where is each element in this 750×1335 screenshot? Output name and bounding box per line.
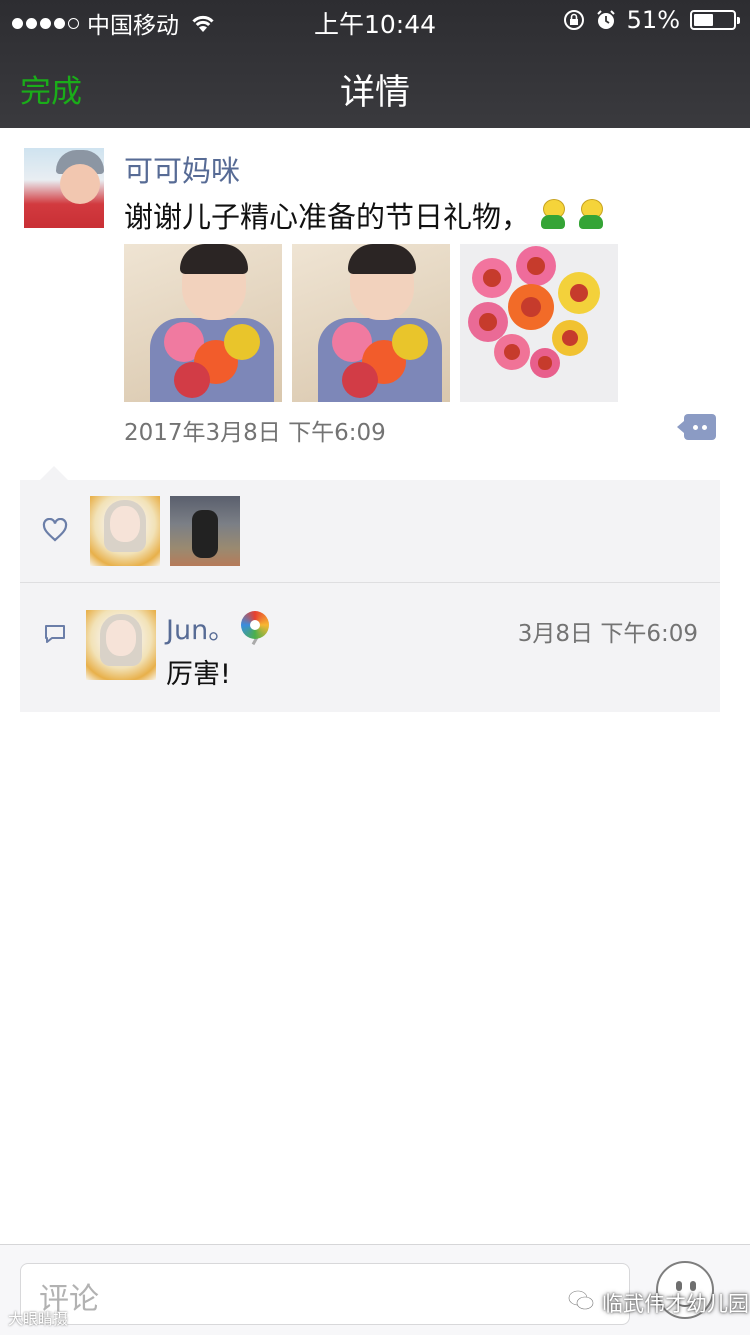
heart-icon — [42, 518, 68, 542]
interaction-panel: Jun。 3月8日 下午6:09 厉害! — [20, 466, 720, 712]
more-icon[interactable] — [677, 414, 716, 440]
commenter-avatar[interactable] — [86, 610, 156, 680]
likes-row — [20, 480, 720, 583]
post-photo[interactable] — [460, 244, 618, 402]
author-avatar[interactable] — [24, 148, 104, 228]
header: 中国移动 上午10:44 51% 完成 详情 — [0, 0, 750, 128]
avatar-face — [60, 164, 100, 204]
alarm-icon — [596, 10, 615, 29]
comment-input[interactable]: 评论 — [20, 1263, 630, 1325]
comment-author-row: Jun。 — [166, 608, 273, 647]
post-photo[interactable] — [292, 244, 450, 402]
post-timestamp: 2017年3月8日 下午6:09 — [124, 420, 386, 446]
liker-avatar[interactable] — [90, 496, 160, 566]
watermark-photographer: 大眼睛摄 — [8, 1310, 69, 1328]
page-title: 详情 — [339, 73, 410, 113]
comment-text[interactable]: 厉害! — [166, 652, 231, 691]
comment-author[interactable]: Jun。 — [166, 608, 235, 647]
post-text: 谢谢儿子精心准备的节日礼物， — [124, 200, 531, 234]
liker-avatar[interactable] — [170, 496, 240, 566]
status-right: 51% — [563, 6, 740, 34]
emoji-icon — [538, 199, 568, 231]
wechat-logo-icon — [568, 1290, 594, 1310]
battery-percent: 51% — [626, 6, 680, 34]
lollipop-emoji-icon — [239, 610, 273, 645]
post-text-row: 谢谢儿子精心准备的节日礼物， — [124, 194, 606, 236]
emoji-icon — [576, 199, 606, 231]
nav-bar: 完成 详情 — [0, 48, 750, 120]
battery-icon — [690, 10, 740, 30]
post-photo[interactable] — [124, 244, 282, 402]
battery-fill — [694, 14, 713, 26]
comment-time: 3月8日 下午6:09 — [517, 621, 698, 647]
lock-rotation-icon — [563, 10, 584, 30]
status-bar: 中国移动 上午10:44 51% — [0, 0, 750, 40]
comment-icon — [45, 625, 65, 643]
watermark-account: 临武伟才幼儿园 — [602, 1292, 749, 1316]
post-author[interactable]: 可可妈咪 — [124, 148, 240, 190]
